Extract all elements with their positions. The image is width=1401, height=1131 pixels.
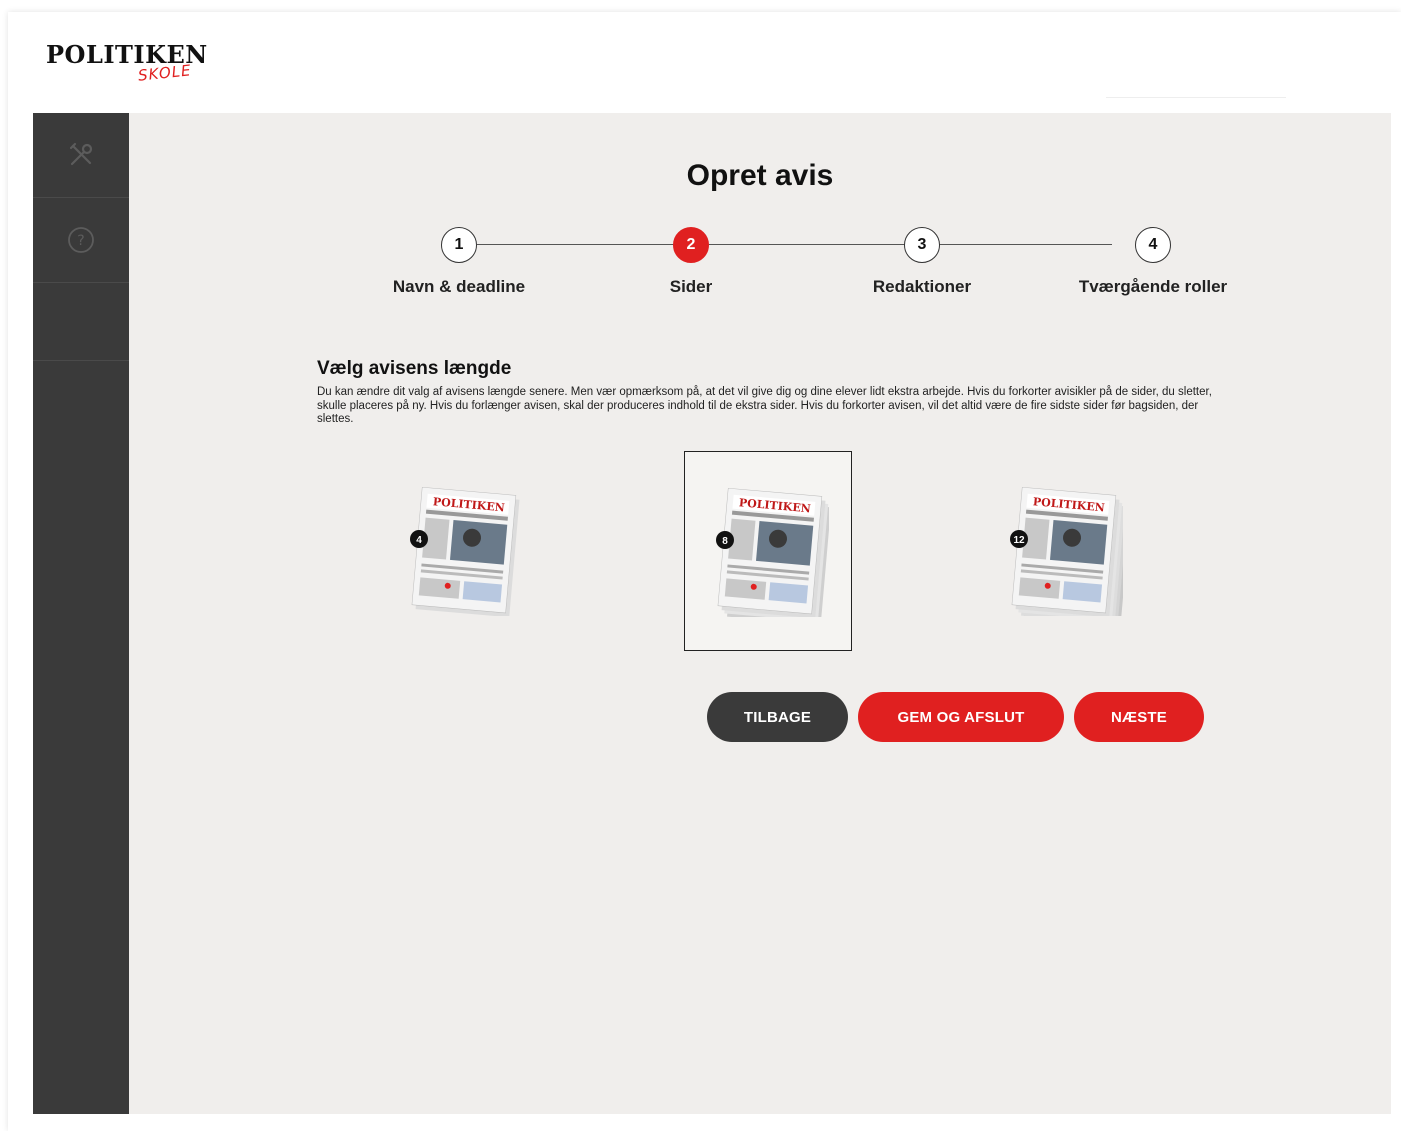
sidebar-item-help[interactable]: ? <box>33 198 129 283</box>
length-option-12[interactable]: POLITIKEN 12 <box>979 451 1147 651</box>
sidebar-item-empty <box>33 283 129 361</box>
save-and-exit-button[interactable]: GEM OG AFSLUT <box>858 692 1064 742</box>
step-number: 4 <box>1135 227 1171 263</box>
step-4[interactable]: 4 Tværgående roller <box>1053 227 1253 297</box>
step-number: 2 <box>673 227 709 263</box>
tools-icon <box>67 141 95 169</box>
newspaper-icon: POLITIKEN 8 <box>716 487 829 617</box>
politiken-skole-logo[interactable]: POLITIKEN SKOLE <box>46 40 221 90</box>
page-title: Opret avis <box>686 159 834 192</box>
next-button[interactable]: NÆSTE <box>1074 692 1204 742</box>
logo-text: POLITIKEN <box>46 40 208 69</box>
newspaper-icon: POLITIKEN 4 <box>410 486 520 616</box>
step-label: Navn & deadline <box>392 277 526 296</box>
newspaper-icon: POLITIKEN 12 <box>1010 486 1123 616</box>
stepper: 1 Navn & deadline 2 Sider 3 Redaktioner … <box>359 227 1229 307</box>
step-3[interactable]: 3 Redaktioner <box>822 227 1022 297</box>
app-window: POLITIKEN SKOLE ? Opret avis 1 Navn & de… <box>8 12 1401 1131</box>
step-1[interactable]: 1 Navn & deadline <box>359 227 559 297</box>
length-section: Vælg avisens længde Du kan ændre dit val… <box>317 358 1217 427</box>
step-number: 1 <box>441 227 477 263</box>
main-content: Opret avis 1 Navn & deadline 2 Sider 3 R… <box>129 113 1391 1114</box>
back-button[interactable]: TILBAGE <box>707 692 848 742</box>
sidebar: ? <box>33 113 129 1114</box>
page-count-badge: 12 <box>1013 535 1025 546</box>
section-title: Vælg avisens længde <box>317 358 512 379</box>
sidebar-item-tools[interactable] <box>33 113 129 198</box>
length-option-8[interactable]: POLITIKEN 8 <box>684 451 852 651</box>
page-count-badge: 8 <box>722 536 728 547</box>
section-description: Du kan ændre dit valg af avisens længde … <box>317 386 1212 425</box>
help-icon: ? <box>67 226 95 254</box>
svg-text:?: ? <box>77 233 84 249</box>
step-2[interactable]: 2 Sider <box>591 227 791 297</box>
step-label: Sider <box>669 277 713 296</box>
length-option-4[interactable]: POLITIKEN 4 <box>379 451 547 651</box>
length-options: POLITIKEN 4 POLITIKEN 8 POLITIKEN 12 <box>379 451 1154 661</box>
step-label: Tværgående roller <box>1078 277 1228 296</box>
step-label: Redaktioner <box>872 277 972 296</box>
page-count-badge: 4 <box>416 535 422 546</box>
header: POLITIKEN SKOLE <box>8 12 1401 113</box>
header-divider <box>1106 97 1286 98</box>
step-number: 3 <box>904 227 940 263</box>
